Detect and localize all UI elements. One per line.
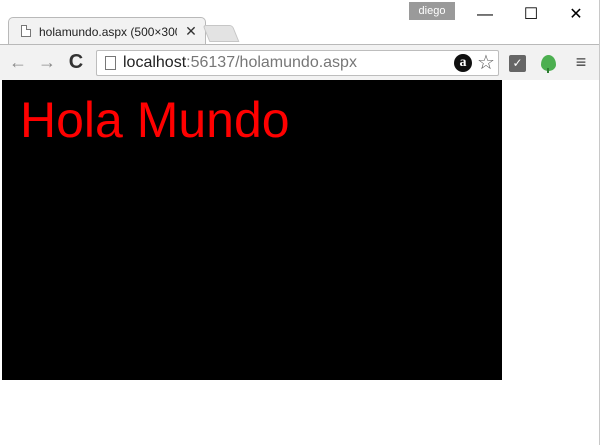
- menu-icon[interactable]: ≡: [573, 53, 589, 71]
- back-arrow-icon[interactable]: ←: [7, 51, 29, 73]
- tab-title: holamundo.aspx (500×300): [39, 25, 177, 39]
- forward-arrow-icon[interactable]: →: [36, 51, 58, 73]
- hola-mundo-heading: Hola Mundo: [20, 92, 290, 148]
- page-icon: [105, 56, 116, 70]
- url-text[interactable]: localhost:56137/holamundo.aspx: [123, 54, 357, 72]
- maximize-button[interactable]: ☐: [508, 2, 554, 28]
- url-host: localhost: [123, 54, 187, 71]
- reload-icon[interactable]: C: [65, 51, 87, 73]
- minimize-button[interactable]: —: [462, 2, 508, 28]
- tab-holamundo[interactable]: holamundo.aspx (500×300) ✕: [8, 17, 206, 44]
- evernote-leaf-icon[interactable]: [541, 55, 556, 73]
- browser-toolbar: ← → C localhost:56137/holamundo.aspx a ☆…: [0, 44, 599, 80]
- page-icon: [21, 25, 31, 37]
- amazon-icon[interactable]: a: [454, 54, 472, 72]
- profile-badge[interactable]: diego: [409, 2, 455, 20]
- new-tab-button[interactable]: [202, 25, 240, 42]
- extension-icon[interactable]: ✓: [509, 55, 526, 72]
- black-panel: Hola Mundo: [2, 80, 502, 380]
- address-bar[interactable]: localhost:56137/holamundo.aspx a ☆: [96, 50, 499, 76]
- close-button[interactable]: ✕: [553, 2, 599, 28]
- title-bar: holamundo.aspx (500×300) ✕ diego — ☐ ✕: [0, 0, 599, 44]
- tab-close-icon[interactable]: ✕: [184, 23, 198, 39]
- star-icon[interactable]: ☆: [475, 52, 497, 74]
- browser-window: holamundo.aspx (500×300) ✕ diego — ☐ ✕ ←…: [0, 0, 600, 445]
- page-viewport: Hola Mundo: [2, 80, 599, 445]
- url-path: :56137/holamundo.aspx: [186, 54, 357, 71]
